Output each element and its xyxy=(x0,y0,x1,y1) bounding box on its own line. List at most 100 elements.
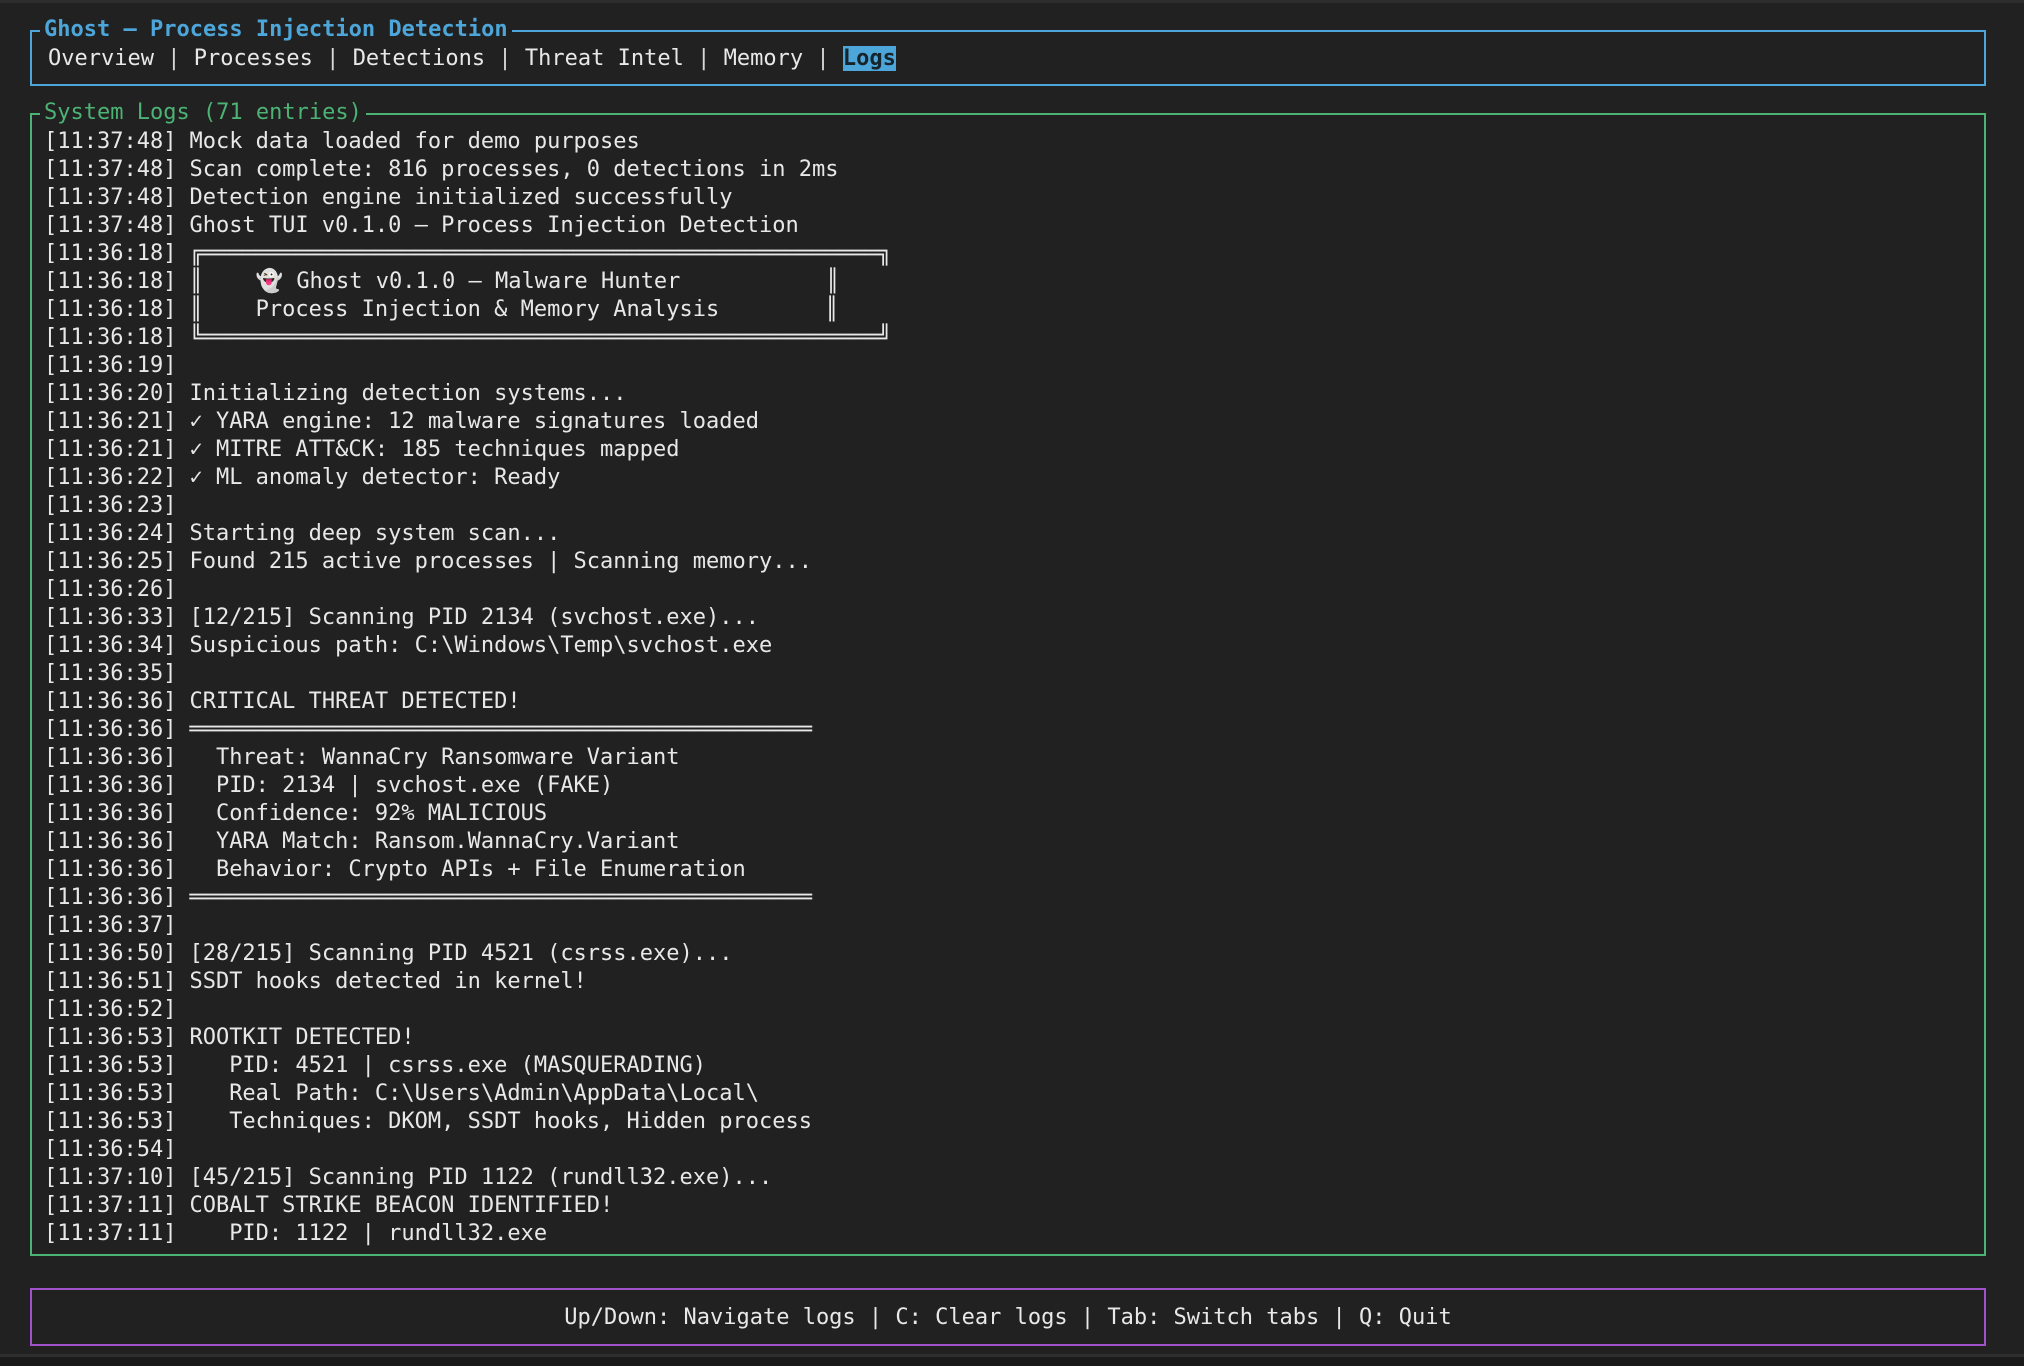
log-message: Scan complete: 816 processes, 0 detectio… xyxy=(176,156,838,184)
log-message: ROOTKIT DETECTED! xyxy=(176,1024,414,1052)
log-timestamp: [11:36:36] xyxy=(44,856,176,884)
log-message: ║ 👻 Ghost v0.1.0 — Malware Hunter ║ xyxy=(176,268,839,296)
log-row: [11:36:36] ═════════════════════════════… xyxy=(44,884,1970,912)
log-timestamp: [11:36:36] xyxy=(44,884,176,912)
log-row: [11:36:37] xyxy=(44,912,1970,940)
tab-detections[interactable]: Detections xyxy=(353,46,485,71)
log-timestamp: [11:36:36] xyxy=(44,772,176,800)
log-row: [11:37:48] Detection engine initialized … xyxy=(44,184,1970,212)
tab-separator: | xyxy=(803,46,843,71)
log-row: [11:37:48] Mock data loaded for demo pur… xyxy=(44,128,1970,156)
log-message: PID: 4521 | csrss.exe (MASQUERADING) xyxy=(176,1052,706,1080)
log-timestamp: [11:36:18] xyxy=(44,296,176,324)
tab-separator: | xyxy=(684,46,724,71)
log-message: [28/215] Scanning PID 4521 (csrss.exe)..… xyxy=(176,940,732,968)
log-timestamp: [11:36:35] xyxy=(44,660,176,688)
app-title: Ghost — Process Injection Detection xyxy=(40,17,512,43)
window-chrome-bottom xyxy=(0,1354,2024,1366)
log-timestamp: [11:36:53] xyxy=(44,1080,176,1108)
log-message: ╚═══════════════════════════════════════… xyxy=(176,324,891,352)
log-message: Detection engine initialized successfull… xyxy=(176,184,732,212)
log-row: [11:36:36] Behavior: Crypto APIs + File … xyxy=(44,856,1970,884)
tab-separator: | xyxy=(154,46,194,71)
log-message: [45/215] Scanning PID 1122 (rundll32.exe… xyxy=(176,1164,772,1192)
log-row: [11:36:18] ║ Process Injection & Memory … xyxy=(44,296,1970,324)
log-message: YARA Match: Ransom.WannaCry.Variant xyxy=(176,828,679,856)
log-message: CRITICAL THREAT DETECTED! xyxy=(176,688,520,716)
footer-bar: Up/Down: Navigate logs | C: Clear logs |… xyxy=(30,1288,1986,1346)
log-timestamp: [11:36:18] xyxy=(44,240,176,268)
log-timestamp: [11:36:53] xyxy=(44,1052,176,1080)
log-message xyxy=(176,912,189,940)
log-message xyxy=(176,1136,189,1164)
log-timestamp: [11:36:18] xyxy=(44,268,176,296)
log-row: [11:37:48] Scan complete: 816 processes,… xyxy=(44,156,1970,184)
log-timestamp: [11:36:51] xyxy=(44,968,176,996)
log-message: ║ Process Injection & Memory Analysis ║ xyxy=(176,296,838,324)
log-timestamp: [11:36:24] xyxy=(44,520,176,548)
log-timestamp: [11:36:21] xyxy=(44,408,176,436)
log-row: [11:36:20] Initializing detection system… xyxy=(44,380,1970,408)
log-message: COBALT STRIKE BEACON IDENTIFIED! xyxy=(176,1192,613,1220)
tab-threat-intel[interactable]: Threat Intel xyxy=(525,46,684,71)
log-row: [11:36:53] ROOTKIT DETECTED! xyxy=(44,1024,1970,1052)
log-timestamp: [11:36:33] xyxy=(44,604,176,632)
log-list[interactable]: [11:37:48] Mock data loaded for demo pur… xyxy=(32,115,1984,1254)
log-timestamp: [11:36:23] xyxy=(44,492,176,520)
tab-overview[interactable]: Overview xyxy=(48,46,154,71)
log-row: [11:36:50] [28/215] Scanning PID 4521 (c… xyxy=(44,940,1970,968)
log-timestamp: [11:36:36] xyxy=(44,828,176,856)
log-row: [11:36:53] PID: 4521 | csrss.exe (MASQUE… xyxy=(44,1052,1970,1080)
log-row: [11:36:36] ═════════════════════════════… xyxy=(44,716,1970,744)
log-row: [11:36:34] Suspicious path: C:\Windows\T… xyxy=(44,632,1970,660)
log-timestamp: [11:36:36] xyxy=(44,688,176,716)
log-message xyxy=(176,492,189,520)
log-message: Mock data loaded for demo purposes xyxy=(176,128,639,156)
log-message xyxy=(176,996,189,1024)
tab-logs[interactable]: Logs xyxy=(843,46,896,71)
log-timestamp: [11:37:48] xyxy=(44,156,176,184)
log-row: [11:36:53] Real Path: C:\Users\Admin\App… xyxy=(44,1080,1970,1108)
log-message: Suspicious path: C:\Windows\Temp\svchost… xyxy=(176,632,772,660)
window-chrome-top xyxy=(0,0,2024,3)
log-row: [11:36:36] CRITICAL THREAT DETECTED! xyxy=(44,688,1970,716)
log-row: [11:36:36] PID: 2134 | svchost.exe (FAKE… xyxy=(44,772,1970,800)
log-row: [11:37:10] [45/215] Scanning PID 1122 (r… xyxy=(44,1164,1970,1192)
log-row: [11:36:22] ✓ ML anomaly detector: Ready xyxy=(44,464,1970,492)
log-row: [11:36:18] ║ 👻 Ghost v0.1.0 — Malware Hu… xyxy=(44,268,1970,296)
log-row: [11:36:25] Found 215 active processes | … xyxy=(44,548,1970,576)
log-row: [11:36:18] ╚════════════════════════════… xyxy=(44,324,1970,352)
log-row: [11:36:52] xyxy=(44,996,1970,1024)
footer-help-text: Up/Down: Navigate logs | C: Clear logs |… xyxy=(564,1305,1451,1330)
log-message: Found 215 active processes | Scanning me… xyxy=(176,548,812,576)
log-timestamp: [11:36:21] xyxy=(44,436,176,464)
log-timestamp: [11:36:36] xyxy=(44,716,176,744)
log-timestamp: [11:37:11] xyxy=(44,1192,176,1220)
log-timestamp: [11:37:48] xyxy=(44,128,176,156)
log-row: [11:36:21] ✓ MITRE ATT&CK: 185 technique… xyxy=(44,436,1970,464)
log-message: SSDT hooks detected in kernel! xyxy=(176,968,586,996)
app-root: { "colors": { "background": "#212121", "… xyxy=(0,0,2024,1366)
log-message: ════════════════════════════════════════… xyxy=(176,716,812,744)
log-timestamp: [11:36:36] xyxy=(44,800,176,828)
tab-memory[interactable]: Memory xyxy=(724,46,803,71)
log-row: [11:36:35] xyxy=(44,660,1970,688)
log-row: [11:36:36] YARA Match: Ransom.WannaCry.V… xyxy=(44,828,1970,856)
log-row: [11:36:54] xyxy=(44,1136,1970,1164)
log-timestamp: [11:37:48] xyxy=(44,184,176,212)
log-timestamp: [11:36:53] xyxy=(44,1024,176,1052)
log-timestamp: [11:36:25] xyxy=(44,548,176,576)
log-row: [11:36:19] xyxy=(44,352,1970,380)
log-message xyxy=(176,576,189,604)
log-message: PID: 1122 | rundll32.exe xyxy=(176,1220,547,1248)
log-timestamp: [11:36:52] xyxy=(44,996,176,1024)
log-timestamp: [11:36:26] xyxy=(44,576,176,604)
log-timestamp: [11:36:54] xyxy=(44,1136,176,1164)
log-row: [11:37:11] PID: 1122 | rundll32.exe xyxy=(44,1220,1970,1248)
log-message: [12/215] Scanning PID 2134 (svchost.exe)… xyxy=(176,604,759,632)
tab-processes[interactable]: Processes xyxy=(194,46,313,71)
log-timestamp: [11:36:19] xyxy=(44,352,176,380)
log-message: Real Path: C:\Users\Admin\AppData\Local\ xyxy=(176,1080,759,1108)
log-timestamp: [11:36:18] xyxy=(44,324,176,352)
log-row: [11:36:21] ✓ YARA engine: 12 malware sig… xyxy=(44,408,1970,436)
